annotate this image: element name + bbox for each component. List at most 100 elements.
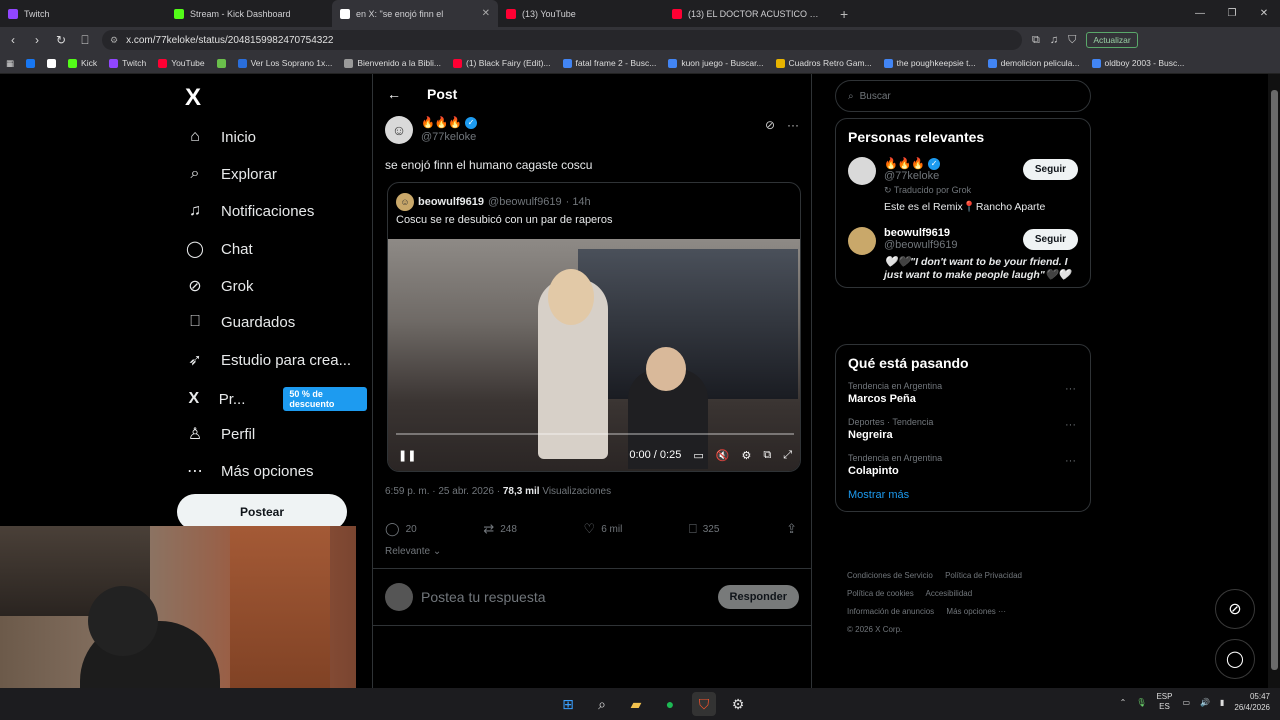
post-author[interactable]: ☺ 🔥🔥🔥 ✓ @77keloke <box>385 116 478 144</box>
reply-action[interactable]: ◯ 20 <box>385 521 417 537</box>
avatar[interactable]: ☺ <box>385 116 413 144</box>
footer-link[interactable]: Condiciones de Servicio <box>847 571 933 580</box>
bookmark-poughkeepsie[interactable]: the poughkeepsie t... <box>883 58 976 68</box>
x-logo-icon[interactable]: X <box>185 84 201 112</box>
microphone-icon[interactable]: 🎙 <box>1136 698 1146 707</box>
like-action[interactable]: ♡ 6 mil <box>584 521 623 537</box>
follow-button[interactable]: Seguir <box>1022 229 1078 251</box>
new-tab-icon[interactable]: + <box>830 6 858 22</box>
shield-icon[interactable]: ⛉ <box>1068 34 1076 47</box>
nav-item-explorar[interactable]: ⌕ Explorar <box>185 165 277 183</box>
bookmark-x[interactable] <box>47 58 57 68</box>
spotify-icon[interactable]: ● <box>658 692 682 716</box>
brave-browser-icon[interactable]: ⛉ <box>692 692 716 716</box>
extensions-icon[interactable]: ⧉ <box>1032 34 1040 47</box>
forward-icon[interactable]: › <box>30 33 44 47</box>
music-icon[interactable]: ♫ <box>1050 34 1058 46</box>
bookmark-demolicion[interactable]: demolicion pelicula... <box>987 58 1080 68</box>
grok-icon[interactable]: ⊘ <box>765 118 775 132</box>
back-arrow-icon[interactable]: ← <box>387 86 401 102</box>
nav-item-mas-opciones[interactable]: ⋯ Más opciones <box>185 461 314 481</box>
bookmark-cuadros[interactable]: Cuadros Retro Gam... <box>775 58 872 68</box>
more-options-icon[interactable]: ··· <box>787 118 799 132</box>
nav-item-grok[interactable]: ⊘ Grok <box>185 276 253 296</box>
nav-item-perfil[interactable]: ♙ Perfil <box>185 424 255 444</box>
footer-link[interactable]: Accesibilidad <box>925 589 972 598</box>
back-icon[interactable]: ‹ <box>6 33 20 47</box>
fullscreen-icon[interactable]: ⤢ <box>783 449 792 462</box>
bookmark-library[interactable]: Bienvenido a la Bibli... <box>344 58 441 68</box>
bookmark-oldboy[interactable]: oldboy 2003 - Busc... <box>1091 58 1184 68</box>
reply-input[interactable]: Postea tu respuesta <box>421 589 710 605</box>
more-options-icon[interactable]: ··· <box>1065 419 1076 431</box>
repost-action[interactable]: ⇄ 248 <box>483 521 517 537</box>
post-button[interactable]: Postear <box>177 494 347 530</box>
show-more-link[interactable]: Mostrar más <box>836 483 1090 511</box>
person-row[interactable]: beowulf9619 @beowulf9619 🤍🖤"I don't want… <box>836 219 1090 287</box>
video-player[interactable]: ❚❚ 0:00 / 0:25 ▭ 🔇 ⚙ ⧉ ⤢ <box>388 239 800 471</box>
settings-icon[interactable]: ⚙ <box>726 692 750 716</box>
mute-icon[interactable]: 🔇 <box>716 449 730 462</box>
network-icon[interactable]: ▭ <box>1182 698 1190 707</box>
chat-fab-button[interactable]: ◯ <box>1215 639 1255 679</box>
chevron-up-icon[interactable]: ⌃ <box>1120 698 1127 707</box>
tab-youtube-doctor[interactable]: (13) EL DOCTOR ACUSTICO EN VI <box>664 0 830 27</box>
tab-x-post[interactable]: en X: "se enojó finn el ✕ <box>332 0 498 27</box>
bookmark-fatal-frame[interactable]: fatal frame 2 - Busc... <box>562 58 656 68</box>
share-action[interactable]: ⇪ <box>786 521 797 537</box>
footer-link[interactable]: Más opciones ··· <box>946 607 1006 616</box>
close-tab-icon[interactable]: ✕ <box>482 8 490 19</box>
url-field[interactable]: ⚙ x.com/77keloke/status/2048159982470754… <box>102 30 1022 50</box>
bookmark-facebook[interactable] <box>26 58 36 68</box>
trend-item[interactable]: Deportes · Tendencia Negreira ··· <box>836 411 1090 447</box>
nav-item-notificaciones[interactable]: ♫ Notificaciones <box>185 202 314 220</box>
bookmark-black-fairy[interactable]: (1) Black Fairy (Edit)... <box>452 58 551 68</box>
maximize-icon[interactable]: ❐ <box>1216 0 1248 27</box>
windows-start-icon[interactable]: ⊞ <box>556 692 580 716</box>
clock[interactable]: 05:47 26/4/2026 <box>1234 691 1270 713</box>
bookmark-page-icon[interactable]: ⎕ <box>78 33 92 48</box>
video-progress-bar[interactable] <box>396 433 794 435</box>
pause-icon[interactable]: ❚❚ <box>398 449 416 462</box>
language-indicator[interactable]: ESP ES <box>1156 692 1172 712</box>
battery-icon[interactable]: ▮ <box>1220 698 1224 707</box>
trend-item[interactable]: Tendencia en Argentina Colapinto ··· <box>836 447 1090 483</box>
quoted-post[interactable]: ☺ beowulf9619 @beowulf9619 · 14h Coscu s… <box>387 182 801 472</box>
apps-grid-icon[interactable]: ▦ <box>6 58 14 69</box>
site-info-icon[interactable]: ⚙ <box>110 35 118 46</box>
bookmark-action[interactable]: ⎕ 325 <box>689 521 720 537</box>
nav-item-inicio[interactable]: ⌂ Inicio <box>185 128 256 146</box>
bookmark-sopranos[interactable]: Ver Los Soprano 1x... <box>237 58 332 68</box>
captions-icon[interactable]: ▭ <box>693 449 703 462</box>
grok-fab-button[interactable]: ⊘ <box>1215 589 1255 629</box>
file-explorer-icon[interactable]: ▰ <box>624 692 648 716</box>
search-input[interactable]: ⌕ Buscar <box>835 80 1091 112</box>
nav-item-chat[interactable]: ◯ Chat <box>185 239 253 259</box>
footer-link[interactable]: Política de cookies <box>847 589 914 598</box>
bookmark-youtube[interactable]: YouTube <box>158 58 205 68</box>
search-icon[interactable]: ⌕ <box>590 692 614 716</box>
footer-link[interactable]: Política de Privacidad <box>945 571 1022 580</box>
sort-replies-dropdown[interactable]: Relevante ⌄ <box>385 546 441 557</box>
follow-button[interactable]: Seguir <box>1022 159 1078 180</box>
scroll-thumb[interactable] <box>1271 90 1278 670</box>
nav-item-estudio[interactable]: ➶ Estudio para crea... <box>185 350 351 370</box>
bookmark-kuon[interactable]: kuon juego - Buscar... <box>668 58 764 68</box>
pip-icon[interactable]: ⧉ <box>763 449 771 462</box>
nav-item-guardados[interactable]: ⎕ Guardados <box>185 313 295 331</box>
close-window-icon[interactable]: ✕ <box>1248 0 1280 27</box>
tab-twitch[interactable]: Twitch <box>0 0 166 27</box>
reply-button[interactable]: Responder <box>717 585 799 609</box>
tab-kick-dashboard[interactable]: Stream - Kick Dashboard <box>166 0 332 27</box>
reload-icon[interactable]: ↻ <box>54 33 68 47</box>
footer-link[interactable]: Información de anuncios <box>847 607 934 616</box>
trend-item[interactable]: Tendencia en Argentina Marcos Peña ··· <box>836 375 1090 411</box>
minimize-icon[interactable]: — <box>1184 0 1216 27</box>
bookmark-kick[interactable]: Kick <box>68 58 97 68</box>
nav-item-premium[interactable]: X Pr... 50 % de descuento <box>185 387 367 411</box>
tab-youtube[interactable]: (13) YouTube <box>498 0 664 27</box>
person-row[interactable]: 🔥🔥🔥 ✓ @77keloke ↻ Traducido por Grok Est… <box>836 149 1090 219</box>
volume-icon[interactable]: 🔊 <box>1200 698 1210 707</box>
update-button[interactable]: Actualizar <box>1086 32 1138 48</box>
settings-icon[interactable]: ⚙ <box>741 449 751 462</box>
